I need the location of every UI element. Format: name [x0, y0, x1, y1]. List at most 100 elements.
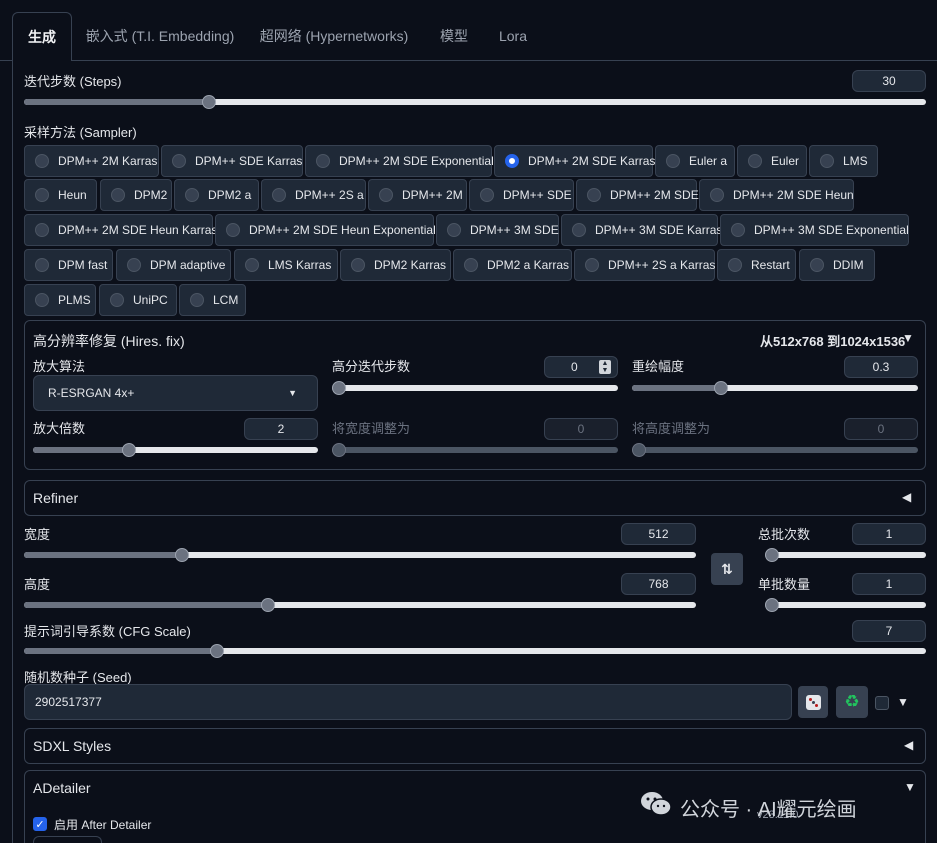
- cfg-input[interactable]: 7: [852, 620, 926, 642]
- adetailer-title[interactable]: ADetailer: [33, 780, 91, 796]
- radio-icon[interactable]: [127, 258, 141, 272]
- cfg-slider[interactable]: [24, 644, 926, 658]
- seed-input[interactable]: 2902517377: [24, 684, 792, 720]
- radio-icon[interactable]: [190, 293, 204, 307]
- steps-slider[interactable]: [24, 95, 926, 109]
- radio-icon[interactable]: [35, 223, 49, 237]
- resize-width-input[interactable]: 0: [544, 418, 618, 440]
- hires-steps-slider-thumb[interactable]: [332, 381, 346, 395]
- radio-icon[interactable]: [728, 258, 742, 272]
- scale-input[interactable]: 2: [244, 418, 318, 440]
- swap-dimensions-button[interactable]: ⇅: [711, 553, 743, 585]
- radio-icon[interactable]: [226, 223, 240, 237]
- radio-icon[interactable]: [35, 293, 49, 307]
- sampler-option[interactable]: DPM++ 2M SDE Heun: [699, 179, 854, 211]
- radio-icon[interactable]: [35, 188, 49, 202]
- radio-icon[interactable]: [748, 154, 762, 168]
- sampler-option[interactable]: DPM++ 2M Karras: [24, 145, 159, 177]
- sampler-option[interactable]: DPM++ SDE: [469, 179, 574, 211]
- radio-icon[interactable]: [172, 154, 186, 168]
- radio-icon[interactable]: [710, 188, 724, 202]
- batch-size-input[interactable]: 1: [852, 573, 926, 595]
- cfg-slider-thumb[interactable]: [210, 644, 225, 658]
- sampler-option[interactable]: DPM++ 2M SDE Heun Karras: [24, 214, 217, 246]
- sampler-option[interactable]: UniPC: [99, 284, 177, 316]
- upscaler-dropdown[interactable]: R-ESRGAN 4x+ ▼: [33, 375, 318, 411]
- width-input[interactable]: 512: [621, 523, 696, 545]
- denoise-slider-thumb[interactable]: [713, 381, 728, 395]
- steps-input[interactable]: 30: [852, 70, 926, 92]
- seed-extra-expand-icon[interactable]: ▼: [897, 695, 909, 709]
- steps-slider-thumb[interactable]: [201, 95, 216, 109]
- radio-icon[interactable]: [731, 223, 745, 237]
- sampler-option[interactable]: DPM++ SDE Karras: [161, 145, 303, 177]
- sampler-option[interactable]: DDIM: [799, 249, 875, 281]
- scale-slider[interactable]: [33, 443, 318, 457]
- tab-generate[interactable]: 生成: [12, 12, 72, 61]
- sampler-option[interactable]: DPM++ 2M SDE Heun Exponential: [215, 214, 436, 246]
- resize-width-slider[interactable]: [332, 443, 618, 457]
- sampler-option[interactable]: DPM fast: [24, 249, 113, 281]
- radio-icon[interactable]: [447, 223, 461, 237]
- tab-hypernetworks[interactable]: 超网络 (Hypernetworks): [250, 12, 418, 60]
- radio-icon[interactable]: [110, 293, 124, 307]
- sampler-option[interactable]: DPM adaptive: [116, 249, 231, 281]
- seed-extra-checkbox[interactable]: [875, 696, 889, 710]
- radio-icon[interactable]: [185, 188, 199, 202]
- radio-icon[interactable]: [351, 258, 365, 272]
- sampler-option[interactable]: DPM2 a: [174, 179, 259, 211]
- batch-count-slider[interactable]: [765, 548, 926, 562]
- resize-height-input[interactable]: 0: [844, 418, 918, 440]
- tab-lora[interactable]: Lora: [490, 12, 536, 60]
- adetailer-enable-checkbox[interactable]: ✓: [33, 817, 47, 831]
- radio-icon[interactable]: [316, 154, 330, 168]
- sampler-option[interactable]: DPM++ 3M SDE Exponential: [720, 214, 909, 246]
- sampler-option[interactable]: DPM++ 2M SDE: [576, 179, 699, 211]
- refiner-expand-icon[interactable]: ◀: [902, 490, 911, 504]
- radio-icon[interactable]: [35, 154, 49, 168]
- radio-selected-icon[interactable]: [505, 154, 519, 168]
- reuse-seed-button[interactable]: ♻: [836, 686, 868, 718]
- radio-icon[interactable]: [587, 188, 601, 202]
- hires-collapse-icon[interactable]: ▼: [902, 331, 914, 345]
- sampler-option[interactable]: DPM++ 2M: [368, 179, 467, 211]
- sdxl-styles-expand-icon[interactable]: ◀: [904, 738, 913, 752]
- random-seed-button[interactable]: [798, 686, 828, 718]
- radio-icon[interactable]: [35, 258, 49, 272]
- sampler-option[interactable]: DPM++ 3M SDE: [436, 214, 559, 246]
- sdxl-styles-title[interactable]: SDXL Styles: [33, 738, 111, 754]
- sampler-option[interactable]: DPM++ 2S a: [261, 179, 366, 211]
- adetailer-tab-stub[interactable]: [33, 836, 102, 843]
- batch-count-slider-thumb[interactable]: [765, 548, 779, 562]
- stepper-icon[interactable]: ▲ ▼: [599, 360, 611, 374]
- tab-embedding[interactable]: 嵌入式 (T.I. Embedding): [80, 12, 240, 60]
- sampler-option[interactable]: DPM++ 3M SDE Karras: [561, 214, 722, 246]
- sampler-option[interactable]: DPM++ 2M SDE Karras: [494, 145, 655, 177]
- sampler-option[interactable]: Euler: [737, 145, 807, 177]
- width-slider-thumb[interactable]: [175, 548, 190, 562]
- refiner-title[interactable]: Refiner: [33, 490, 78, 506]
- radio-icon[interactable]: [585, 258, 599, 272]
- radio-icon[interactable]: [480, 188, 494, 202]
- batch-count-input[interactable]: 1: [852, 523, 926, 545]
- hires-title[interactable]: 高分辨率修复 (Hires. fix): [33, 331, 185, 351]
- height-slider[interactable]: [24, 598, 696, 612]
- radio-icon[interactable]: [572, 223, 586, 237]
- refiner-panel[interactable]: [24, 480, 926, 516]
- width-slider[interactable]: [24, 548, 696, 562]
- radio-icon[interactable]: [666, 154, 680, 168]
- denoise-slider[interactable]: [632, 381, 918, 395]
- sampler-option[interactable]: LCM: [179, 284, 246, 316]
- sampler-option[interactable]: LMS Karras: [234, 249, 338, 281]
- sampler-option[interactable]: LMS: [809, 145, 878, 177]
- radio-icon[interactable]: [272, 188, 286, 202]
- radio-icon[interactable]: [820, 154, 834, 168]
- sampler-option[interactable]: Heun: [24, 179, 97, 211]
- radio-icon[interactable]: [464, 258, 478, 272]
- resize-height-slider[interactable]: [632, 443, 918, 457]
- radio-icon[interactable]: [111, 188, 125, 202]
- batch-size-slider[interactable]: [765, 598, 926, 612]
- batch-size-slider-thumb[interactable]: [765, 598, 779, 612]
- sampler-option[interactable]: Euler a: [655, 145, 735, 177]
- sampler-option[interactable]: PLMS: [24, 284, 96, 316]
